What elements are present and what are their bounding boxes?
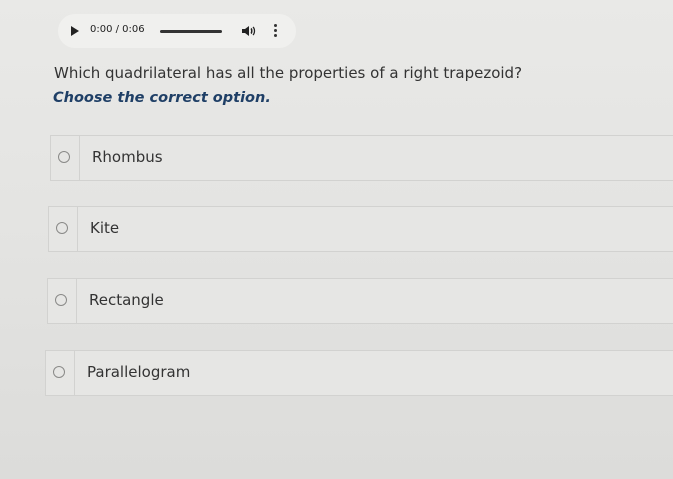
option-rhombus[interactable]: Rhombus [50,135,673,181]
option-kite[interactable]: Kite [48,206,673,252]
speaker-icon[interactable] [240,23,256,39]
instruction-text: Choose the correct option. [53,90,271,106]
option-label: Parallelogram [87,363,191,381]
option-parallelogram[interactable]: Parallelogram [45,350,673,396]
question-text: Which quadrilateral has all the properti… [54,64,523,82]
radio-button[interactable] [49,207,78,251]
radio-button[interactable] [48,279,77,323]
radio-button[interactable] [51,136,80,180]
option-rectangle[interactable]: Rectangle [47,278,673,324]
option-label: Rhombus [92,148,163,166]
radio-button[interactable] [46,351,75,395]
option-label: Rectangle [89,291,164,309]
audio-time: 0:00 / 0:06 [90,24,145,35]
more-vertical-icon[interactable] [272,24,278,38]
audio-player[interactable]: 0:00 / 0:06 [58,14,296,48]
play-icon[interactable] [71,26,79,36]
option-label: Kite [90,219,120,237]
audio-progress-bar[interactable] [160,30,222,33]
